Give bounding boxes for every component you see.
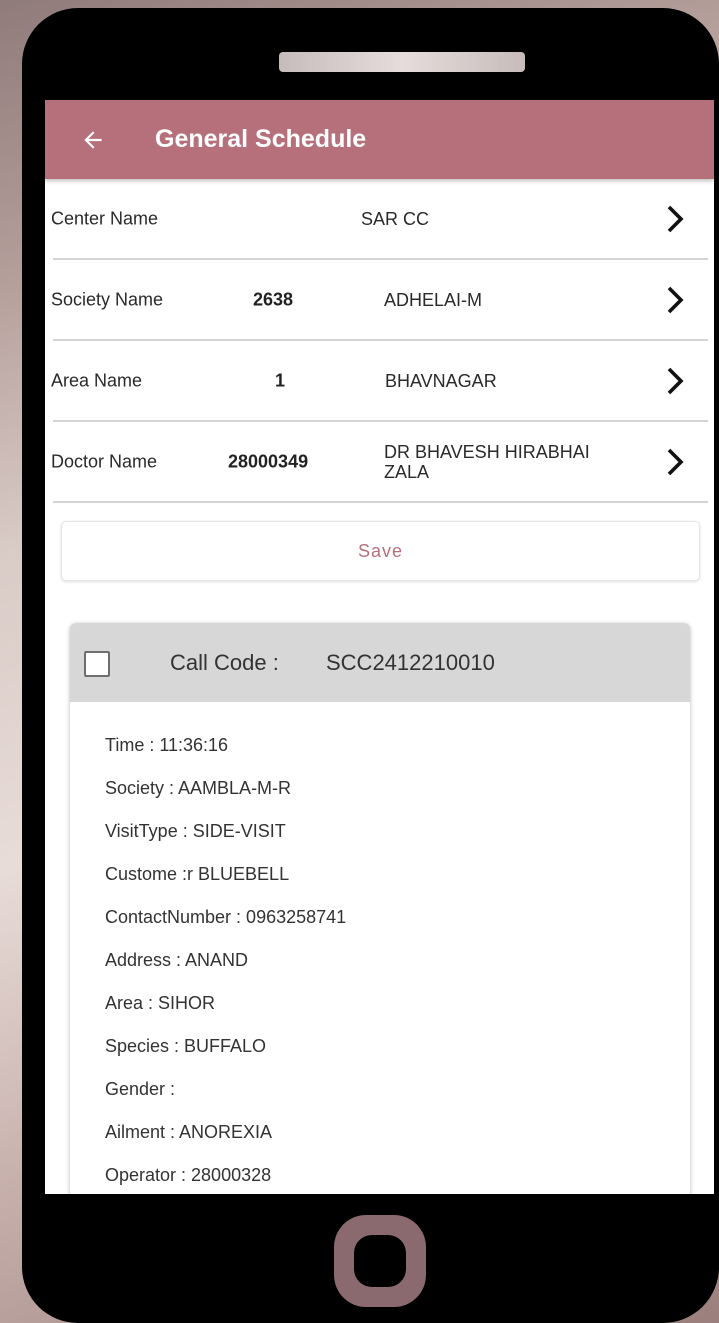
society-name-value: ADHELAI-M [384, 289, 483, 310]
back-button[interactable] [73, 120, 113, 160]
center-name-row[interactable]: Center Name SAR CC [51, 179, 708, 260]
detail-operator: Operator : 28000328 [105, 1165, 272, 1185]
call-code-label: Call Code : [170, 649, 279, 675]
detail-society: Society : AAMBLA-M-R [105, 778, 292, 798]
app-screen: General Schedule Center Name SAR CC Soci… [45, 100, 714, 1194]
page-title: General Schedule [155, 125, 367, 153]
area-name-value: BHAVNAGAR [385, 370, 497, 391]
arrow-left-icon [84, 130, 102, 149]
save-button[interactable]: Save [61, 521, 700, 581]
home-button[interactable] [334, 1215, 426, 1307]
society-name-label: Society Name [51, 289, 164, 309]
chevron-right-icon[interactable] [664, 285, 686, 315]
detail-area: Area : SIHOR [105, 993, 216, 1013]
doctor-name-line1: DR BHAVESH HIRABHAI [384, 441, 590, 462]
chevron-right-icon[interactable] [664, 447, 686, 477]
detail-customer: Custome :r BLUEBELL [105, 864, 290, 884]
doctor-name-value: DR BHAVESH HIRABHAI ZALA [384, 442, 590, 482]
call-details: Time : 11:36:16 Society : AAMBLA-M-R Vis… [70, 702, 690, 1194]
area-code: 1 [275, 370, 286, 390]
area-name-row[interactable]: Area Name 1 BHAVNAGAR [51, 341, 708, 422]
call-card-header: Call Code : SCC2412210010 [70, 623, 690, 702]
doctor-name-line2: ZALA [384, 461, 430, 482]
doctor-name-row[interactable]: Doctor Name 28000349 DR BHAVESH HIRABHAI… [51, 422, 708, 503]
society-code: 2638 [253, 289, 294, 309]
area-name-label: Area Name [51, 370, 143, 390]
doctor-code: 28000349 [228, 451, 309, 471]
detail-contact: ContactNumber : 0963258741 [105, 907, 347, 927]
detail-address: Address : ANAND [105, 950, 249, 970]
home-button-inner [354, 1235, 406, 1287]
detail-species: Species : BUFFALO [105, 1036, 267, 1056]
detail-ailment: Ailment : ANOREXIA [105, 1122, 273, 1142]
detail-visit-type: VisitType : SIDE-VISIT [105, 821, 286, 841]
center-name-value: SAR CC [361, 208, 430, 229]
select-checkbox[interactable] [84, 651, 110, 677]
call-card: Call Code : SCC2412210010 Time : 11:36:1… [70, 623, 690, 1194]
detail-time: Time : 11:36:16 [105, 735, 229, 755]
society-name-row[interactable]: Society Name 2638 ADHELAI-M [51, 260, 708, 341]
center-name-label: Center Name [51, 208, 159, 228]
chevron-right-icon[interactable] [664, 366, 686, 396]
call-code-value: SCC2412210010 [326, 649, 495, 675]
phone-speaker [279, 52, 525, 72]
doctor-name-label: Doctor Name [51, 451, 158, 471]
detail-gender: Gender : [105, 1079, 176, 1099]
app-bar: General Schedule [45, 100, 714, 179]
chevron-right-icon[interactable] [664, 204, 686, 234]
